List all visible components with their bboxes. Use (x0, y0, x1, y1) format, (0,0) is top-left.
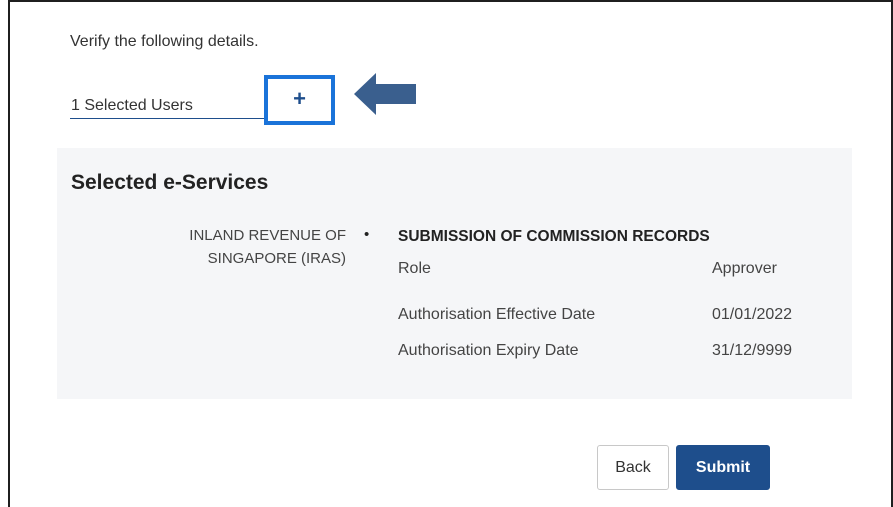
selected-users-label: 1 Selected Users (71, 97, 193, 114)
bullet-icon: • (364, 226, 370, 243)
back-button[interactable]: Back (597, 445, 669, 490)
expiry-date-label: Authorisation Expiry Date (398, 342, 579, 359)
agency-name: INLAND REVENUE OF SINGAPORE (IRAS) (146, 224, 346, 270)
role-label: Role (398, 260, 431, 277)
plus-icon: + (293, 86, 306, 111)
expiry-date-value: 31/12/9999 (712, 342, 793, 359)
agency-line-1: INLAND REVENUE OF (189, 227, 346, 244)
expand-users-button[interactable]: + (264, 75, 335, 125)
effective-date-label: Authorisation Effective Date (398, 306, 596, 323)
submit-button[interactable]: Submit (676, 445, 770, 490)
panel-title: Selected e-Services (71, 171, 269, 194)
service-name: SUBMISSION OF COMMISSION RECORDS (398, 228, 710, 245)
effective-date-value: 01/01/2022 (712, 306, 793, 323)
role-value: Approver (712, 260, 777, 277)
selected-services-panel: Selected e-Services INLAND REVENUE OF SI… (57, 148, 852, 399)
agency-line-2: SINGAPORE (IRAS) (207, 250, 346, 267)
left-arrow-icon (354, 73, 416, 115)
instruction-text: Verify the following details. (70, 33, 259, 50)
